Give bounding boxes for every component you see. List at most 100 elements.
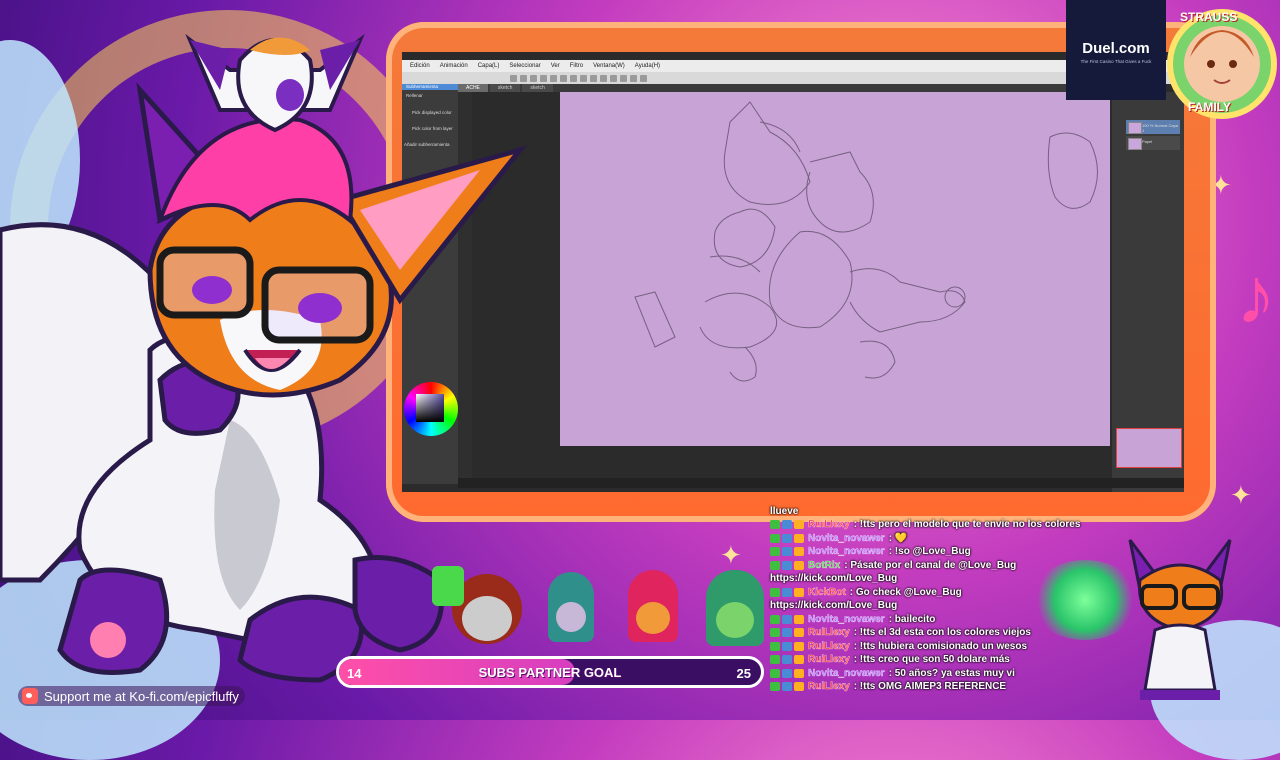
chat-badge-icons (770, 668, 804, 678)
chat-badge-icons (770, 587, 804, 597)
chat-username: RuiLlexy (808, 681, 850, 692)
chat-message: Novita_novawer: 💛 (770, 531, 907, 545)
chat-username: Novita_novawer (808, 546, 885, 557)
chat-username: RuiLlexy (808, 627, 850, 638)
goal-current: 14 (347, 666, 362, 681)
chat-username: RuiLlexy (808, 640, 850, 652)
chat-message: RuiLlexy: !tts creo que son 50 dolare má… (770, 653, 1010, 667)
chat-badge-icon (794, 614, 804, 624)
chat-message: BotRix: Pásate por el canal de @Love_Bug (770, 558, 1016, 572)
layer-thumbnail (1128, 122, 1142, 134)
chat-message: Novita_novawer: bailecito (770, 612, 935, 626)
chat-text: : bailecito (888, 613, 936, 625)
chat-badge-icon (782, 587, 792, 597)
chat-badge-icon (782, 668, 792, 678)
green-sparkle-effect (1030, 560, 1140, 640)
badge-title-top: STRAUSS (1180, 10, 1238, 24)
layer-name: Papel (1142, 139, 1153, 144)
chibi-character (706, 570, 766, 656)
chat-message: Novita_novawer: 50 años? ya estas muy vi (770, 666, 1015, 680)
chat-badge-icons (770, 641, 804, 651)
chat-text: : !tts hubiera comisionado un wesos (853, 640, 1028, 652)
chat-username: RuiLlexy (808, 519, 850, 530)
chat-fox-avatar (1128, 539, 1232, 700)
chat-text: : !tts creo que son 50 dolare más (853, 654, 1010, 665)
chat-badge-icon (782, 520, 792, 529)
chat-badge-icons (770, 533, 804, 543)
grid-icon[interactable] (610, 74, 617, 82)
chat-badge-icon (794, 668, 804, 678)
chat-badge-icon (770, 628, 780, 637)
zoom-icon[interactable] (640, 74, 647, 82)
chat-badge-icons (770, 682, 804, 691)
chat-badge-icon (770, 560, 780, 570)
chat-text: llueve (770, 505, 799, 517)
chat-text: : !tts OMG AIMEP3 REFERENCE (853, 681, 1007, 692)
transform-icon[interactable] (580, 74, 587, 82)
menu-item-help[interactable]: Ayuda(H) (635, 63, 660, 69)
chat-username: Novita_novawer (808, 613, 885, 625)
chat-badge-icon (770, 668, 780, 678)
chat-message: Novita_novawer: !so @Love_Bug (770, 545, 971, 559)
chat-message: RuiLlexy: !tts OMG AIMEP3 REFERENCE (770, 680, 1006, 694)
chat-badge-icon (770, 533, 780, 543)
goal-label: SUBS PARTNER GOAL (478, 664, 622, 680)
clear-icon[interactable] (560, 74, 567, 82)
menu-item-window[interactable]: Ventana(W) (593, 63, 625, 69)
sponsor-tagline: The First Casino That Gives a Fuck (1080, 59, 1152, 64)
subs-goal-bar: SUBS PARTNER GOAL 14 25 (336, 656, 764, 688)
secondary-fox-avatar (185, 33, 365, 133)
rotate-icon[interactable] (630, 74, 637, 82)
menu-item-filter[interactable]: Filtro (570, 63, 583, 69)
chat-badge-icon (770, 520, 780, 529)
chat-badge-icon (770, 614, 780, 624)
chat-badge-icon (770, 547, 780, 556)
chat-badge-icon (782, 641, 792, 651)
drawing-canvas[interactable] (560, 92, 1110, 446)
chat-badge-icon (794, 641, 804, 651)
chat-badge-icon (770, 682, 780, 691)
chat-badge-icons (770, 614, 804, 624)
kofi-banner[interactable]: Support me at Ko-fi.com/epicfluffy (18, 686, 245, 706)
chat-message: llueve (770, 504, 798, 518)
chat-badge-icon (794, 587, 804, 597)
status-bar (458, 478, 1184, 488)
chat-message: https://kick.com/Love_Bug (770, 599, 897, 613)
chat-badge-icon (794, 520, 804, 529)
chat-badge-icons (770, 655, 804, 664)
chat-text: https://kick.com/Love_Bug (770, 573, 898, 584)
chat-badge-icon (782, 547, 792, 556)
sponsor-brand: Duel.com (1082, 40, 1150, 57)
chat-badge-icon (782, 682, 792, 691)
chat-badge-icons (770, 560, 804, 570)
flip-icon[interactable] (620, 74, 627, 82)
chat-badge-icon (770, 641, 780, 651)
chat-message: KickBot: Go check @Love_Bug (770, 585, 962, 599)
chat-username: Novita_novawer (808, 667, 885, 679)
ruler-icon[interactable] (600, 74, 607, 82)
kofi-text: Support me at Ko-fi.com/epicfluffy (44, 688, 239, 704)
kofi-cup-icon (22, 688, 38, 704)
chat-badge-icons (770, 628, 804, 637)
chat-username: Novita_novawer (808, 532, 885, 544)
chat-badge-icon (794, 547, 804, 556)
fill-icon[interactable] (570, 74, 577, 82)
chat-message: https://kick.com/Love_Bug (770, 572, 897, 586)
chat-badge-icon (782, 614, 792, 624)
chat-badge-icon (782, 533, 792, 543)
chat-text: : !tts el 3d esta con los colores viejos (853, 627, 1031, 638)
sparkle-icon: ✦ (720, 540, 742, 570)
chat-badge-icon (794, 655, 804, 664)
goal-target: 25 (736, 666, 751, 681)
chat-text: https://kick.com/Love_Bug (770, 600, 898, 611)
navigator-preview[interactable] (1116, 428, 1182, 468)
chat-badge-icon (794, 560, 804, 570)
chat-badge-icon (794, 682, 804, 691)
chat-message: RuiLlexy: !tts el 3d esta con los colore… (770, 626, 1031, 640)
chat-badge-icon (794, 628, 804, 637)
select-icon[interactable] (590, 74, 597, 82)
chibi-character (432, 566, 524, 656)
family-badge: STRAUSS FAMILY (1166, 2, 1278, 142)
badge-title-bottom: FAMILY (1188, 100, 1231, 114)
chat-badge-icons (770, 547, 804, 556)
